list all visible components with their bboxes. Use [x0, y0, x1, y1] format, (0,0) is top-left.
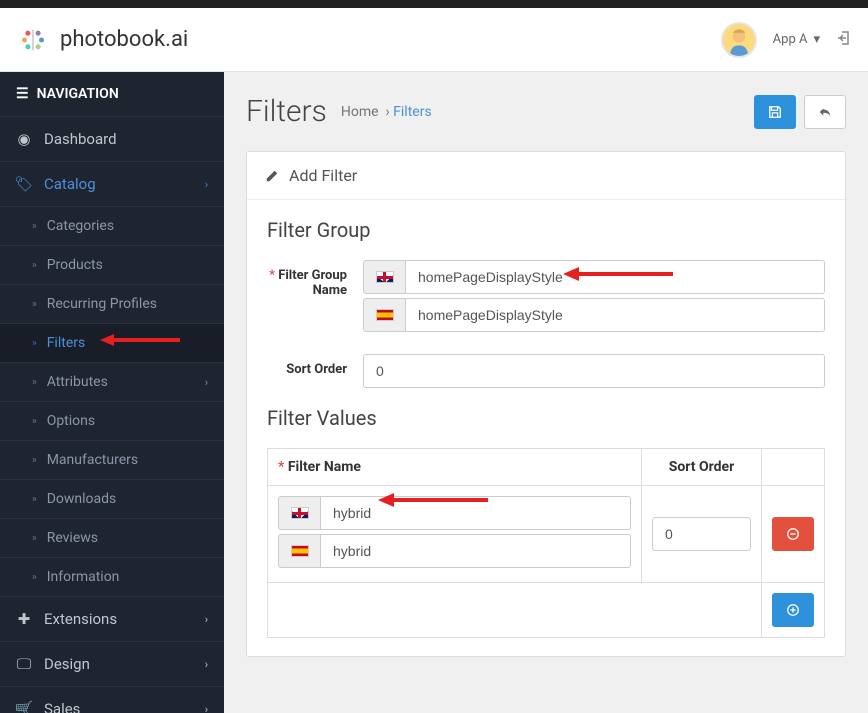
sort-order-input[interactable]: [363, 354, 825, 388]
caret-down-icon: ▾: [813, 32, 820, 47]
user-name: App A: [773, 32, 808, 47]
filter-values-table: * Filter Name Sort Order: [267, 448, 825, 638]
sub-icon: »: [32, 260, 37, 271]
puzzle-icon: ✚: [16, 610, 32, 628]
sidebar-item-catalog[interactable]: 🏷 Catalog ›: [0, 161, 224, 206]
sidebar-item-filters[interactable]: »Filters: [0, 323, 224, 362]
minus-circle-icon: [786, 527, 800, 541]
sidebar-item-downloads[interactable]: »Downloads: [0, 479, 224, 518]
sub-icon: »: [32, 455, 37, 466]
sidebar-item-products[interactable]: »Products: [0, 245, 224, 284]
filter-values-title: Filter Values: [267, 406, 825, 430]
sidebar-item-extensions[interactable]: ✚ Extensions ›: [0, 596, 224, 641]
tag-icon: 🏷: [16, 175, 32, 193]
pencil-icon: [265, 169, 279, 183]
sidebar-item-information[interactable]: »Information: [0, 557, 224, 596]
panel-heading: Add Filter: [247, 152, 845, 200]
filter-group-title: Filter Group: [267, 218, 825, 242]
breadcrumb-home[interactable]: Home: [341, 104, 379, 120]
hamburger-icon: ☰: [16, 86, 29, 102]
filter-group-name-en[interactable]: [405, 260, 825, 294]
sidebar-item-design[interactable]: 🖵 Design ›: [0, 641, 224, 686]
sub-icon: »: [32, 416, 37, 427]
filter-sort-order[interactable]: [652, 517, 751, 551]
brain-logo-icon: [16, 23, 50, 57]
flag-gb-icon: [363, 260, 405, 294]
save-button[interactable]: [754, 95, 796, 129]
sub-icon: »: [32, 299, 37, 310]
th-filter-name: * Filter Name: [268, 449, 642, 486]
reply-icon: [818, 105, 832, 119]
brand-name: photobook.ai: [60, 27, 188, 52]
chevron-right-icon: ›: [205, 658, 208, 671]
sub-icon: »: [32, 494, 37, 505]
page-header: Filters Home › Filters: [246, 94, 846, 129]
sidebar-item-options[interactable]: »Options: [0, 401, 224, 440]
plus-circle-icon: [786, 603, 800, 617]
table-row: [268, 486, 825, 583]
header: photobook.ai App A ▾: [0, 8, 868, 72]
sidebar-item-dashboard[interactable]: ◉ Dashboard: [0, 116, 224, 161]
save-icon: [768, 105, 782, 119]
filter-name-es[interactable]: [320, 534, 631, 568]
sidebar-item-reviews[interactable]: »Reviews: [0, 518, 224, 557]
flag-es-icon: [278, 534, 320, 568]
sub-icon: »: [32, 377, 37, 388]
sidebar-item-sales[interactable]: 🛒 Sales ›: [0, 686, 224, 713]
filter-name-en[interactable]: [320, 496, 631, 530]
cart-icon: 🛒: [16, 700, 32, 713]
sub-icon: »: [32, 338, 37, 349]
flag-gb-icon: [278, 496, 320, 530]
sidebar-item-recurring[interactable]: »Recurring Profiles: [0, 284, 224, 323]
user-dropdown[interactable]: App A ▾: [773, 32, 820, 47]
dashboard-icon: ◉: [16, 130, 32, 148]
panel: Add Filter Filter Group * Filter Group N…: [246, 151, 846, 657]
chevron-right-icon: ›: [205, 613, 208, 626]
chevron-right-icon: ›: [205, 703, 208, 713]
sidebar: ☰ NAVIGATION ◉ Dashboard 🏷 Catalog › »Ca…: [0, 72, 224, 713]
sort-order-label: Sort Order: [267, 354, 363, 388]
sub-icon: »: [32, 533, 37, 544]
back-button[interactable]: [804, 95, 846, 129]
avatar[interactable]: [721, 22, 757, 58]
add-filter-button[interactable]: [772, 593, 814, 627]
sub-icon: »: [32, 221, 37, 232]
flag-es-icon: [363, 298, 405, 332]
annotation-arrow: [100, 330, 180, 350]
nav-header: ☰ NAVIGATION: [0, 72, 224, 116]
chevron-right-icon: ›: [205, 178, 208, 191]
sub-icon: »: [32, 572, 37, 583]
breadcrumb: Home › Filters: [341, 104, 432, 120]
logout-icon[interactable]: [836, 30, 852, 50]
main-content: Filters Home › Filters Add Filter Filter: [224, 72, 868, 713]
logo[interactable]: photobook.ai: [16, 23, 188, 57]
breadcrumb-filters[interactable]: Filters: [393, 104, 432, 120]
sidebar-item-manufacturers[interactable]: »Manufacturers: [0, 440, 224, 479]
filter-group-name-es[interactable]: [405, 298, 825, 332]
remove-filter-button[interactable]: [772, 517, 814, 551]
sidebar-item-attributes[interactable]: »Attributes›: [0, 362, 224, 401]
page-title: Filters: [246, 94, 327, 129]
filter-group-label: * Filter Group Name: [267, 260, 363, 336]
sidebar-item-categories[interactable]: »Categories: [0, 206, 224, 245]
desktop-icon: 🖵: [16, 655, 32, 673]
th-sort-order: Sort Order: [642, 449, 762, 486]
chevron-right-icon: ›: [205, 376, 208, 389]
